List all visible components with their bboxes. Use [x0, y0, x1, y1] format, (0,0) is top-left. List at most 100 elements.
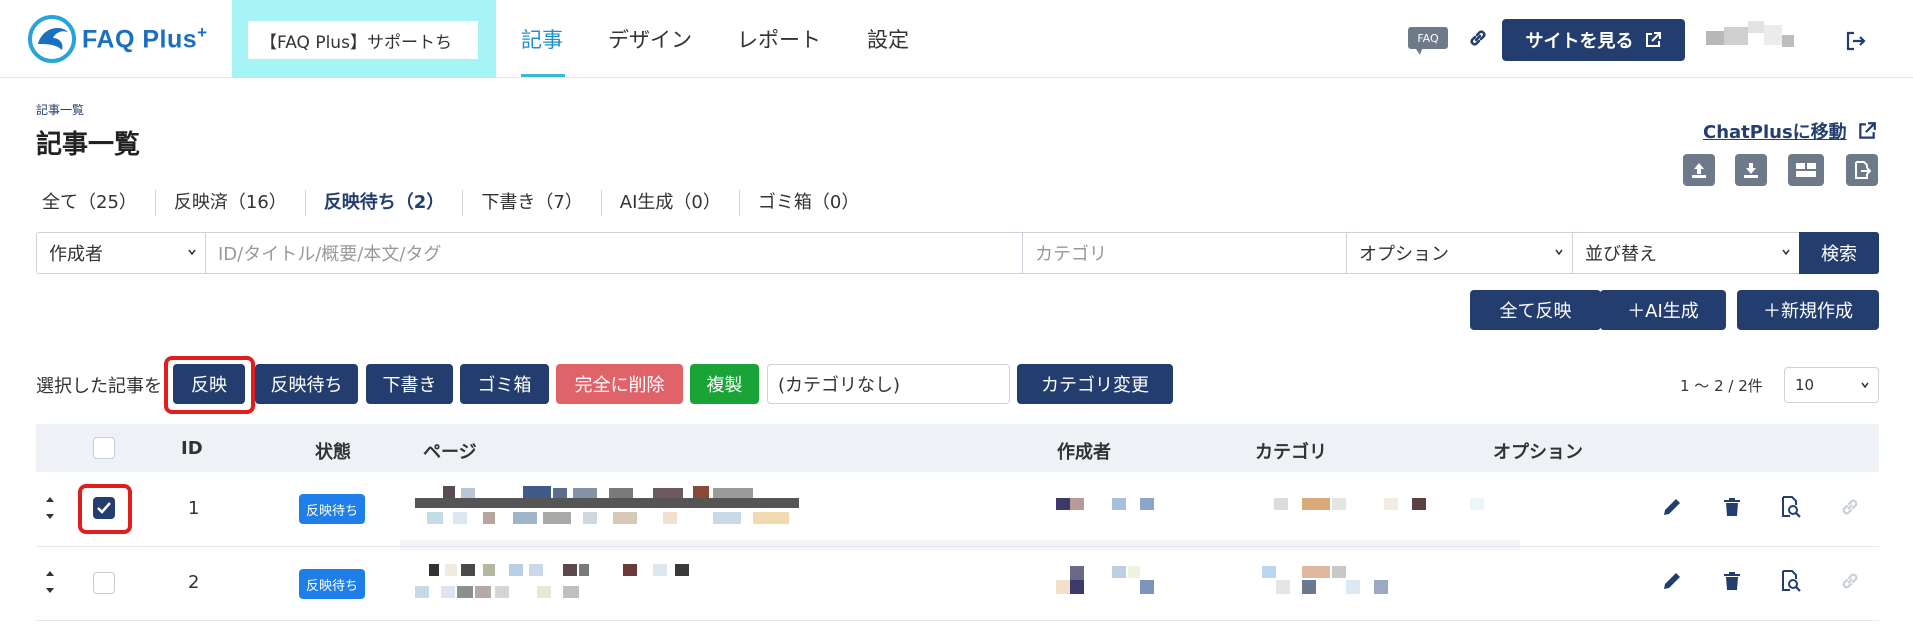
- bulk-category-select[interactable]: (カテゴリなし): [767, 364, 1010, 404]
- author-select-value: 作成者: [49, 244, 103, 265]
- active-tab-indicator: [521, 74, 565, 77]
- layout-button[interactable]: [1788, 154, 1824, 186]
- status-filter-tabs: 全て（25） 反映済（16） 反映待ち（2） 下書き（7） AI生成（0） ゴミ…: [36, 190, 877, 216]
- author-redacted: [1056, 498, 1154, 510]
- tab-report[interactable]: レポート: [737, 24, 821, 54]
- filter-tab-draft[interactable]: 下書き（7）: [463, 190, 602, 216]
- row-progress-strip: [400, 540, 1520, 550]
- category-redacted: [1262, 566, 1388, 594]
- select-all-checkbox[interactable]: [93, 437, 115, 459]
- category-redacted: [1274, 498, 1484, 510]
- filter-tab-published[interactable]: 反映済（16）: [156, 190, 306, 216]
- header-status[interactable]: 状態: [315, 438, 351, 464]
- tab-articles[interactable]: 記事: [521, 24, 563, 54]
- view-site-button[interactable]: サイトを見る: [1502, 19, 1685, 61]
- top-navigation: FAQ Plus+ 【FAQ Plus】サポートち 記事 デザイン レポート 設…: [0, 0, 1913, 78]
- reflect-all-button[interactable]: 全て反映: [1470, 290, 1601, 330]
- search-button[interactable]: 検索: [1799, 232, 1879, 274]
- bulk-duplicate-button[interactable]: 複製: [690, 364, 759, 404]
- category-placeholder: カテゴリ: [1035, 244, 1107, 265]
- checkbox-highlight: [78, 484, 132, 534]
- external-link-icon: [1645, 32, 1661, 47]
- upload-button[interactable]: [1683, 154, 1715, 186]
- row-id: 1: [188, 498, 200, 519]
- bulk-delete-button[interactable]: 完全に削除: [556, 364, 683, 404]
- faqplus-logo[interactable]: FAQ Plus+: [26, 14, 216, 64]
- header-page[interactable]: ページ: [423, 438, 477, 464]
- row-divider: [36, 546, 1879, 547]
- export-button[interactable]: [1846, 154, 1878, 186]
- bulk-pending-button[interactable]: 反映待ち: [255, 364, 358, 404]
- svg-text:FAQ: FAQ: [1417, 32, 1439, 45]
- logout-icon[interactable]: [1845, 30, 1867, 52]
- user-avatar[interactable]: [1706, 21, 1802, 55]
- view-site-label: サイトを見る: [1525, 31, 1634, 52]
- preview-search-icon[interactable]: [1778, 569, 1802, 593]
- brand-name: FAQ Plus+: [82, 23, 208, 54]
- category-input[interactable]: カテゴリ: [1023, 233, 1347, 273]
- upload-icon: [1692, 163, 1706, 178]
- dolphin-logo-icon: [28, 15, 76, 63]
- author-redacted: [1056, 566, 1154, 594]
- row-checkbox[interactable]: [93, 572, 115, 594]
- status-badge: 反映待ち: [299, 569, 365, 599]
- bulk-draft-button[interactable]: 下書き: [366, 364, 453, 404]
- page-title-redacted[interactable]: [413, 484, 893, 526]
- new-article-button[interactable]: ＋新規作成: [1737, 290, 1879, 330]
- keyword-search-input[interactable]: ID/タイトル/概要/本文/タグ: [206, 233, 1023, 273]
- row-divider: [36, 620, 1879, 621]
- per-page-value: 10: [1795, 376, 1815, 394]
- chevron-down-icon: [1782, 249, 1790, 256]
- breadcrumb[interactable]: 記事一覧: [36, 101, 84, 118]
- option-select-value: オプション: [1359, 244, 1449, 265]
- export-file-icon: [1855, 161, 1872, 179]
- filter-tab-all[interactable]: 全て（25）: [36, 190, 156, 216]
- download-button[interactable]: [1735, 154, 1767, 186]
- site-selector[interactable]: 【FAQ Plus】サポートち: [248, 21, 478, 59]
- drag-sort-icon[interactable]: [44, 494, 56, 522]
- filter-tab-ai-generated[interactable]: AI生成（0）: [602, 190, 740, 216]
- trash-icon[interactable]: [1720, 495, 1744, 519]
- link-icon[interactable]: [1466, 26, 1490, 50]
- filter-tab-trash[interactable]: ゴミ箱（0）: [740, 190, 877, 216]
- per-page-select[interactable]: 10: [1784, 367, 1879, 403]
- preview-search-icon[interactable]: [1778, 495, 1802, 519]
- page-title: 記事一覧: [36, 130, 141, 160]
- header-category[interactable]: カテゴリ: [1255, 438, 1327, 464]
- header-id[interactable]: ID: [181, 438, 203, 459]
- page-title-redacted[interactable]: [413, 562, 713, 602]
- download-icon: [1744, 163, 1758, 178]
- bulk-trash-button[interactable]: ゴミ箱: [460, 364, 549, 404]
- table-header: ID 状態 ページ 作成者 カテゴリ オプション: [36, 424, 1879, 472]
- chatplus-link-label: ChatPlusに移動: [1703, 122, 1847, 143]
- header-author[interactable]: 作成者: [1057, 438, 1111, 464]
- sort-select[interactable]: 並び替え: [1573, 233, 1799, 273]
- bulk-action-label: 選択した記事を: [36, 376, 162, 397]
- edit-pencil-icon[interactable]: [1660, 569, 1684, 593]
- status-badge: 反映待ち: [299, 494, 365, 524]
- site-selector-highlight: 【FAQ Plus】サポートち: [232, 0, 496, 78]
- ai-generate-button[interactable]: ＋AI生成: [1600, 290, 1726, 330]
- link-icon[interactable]: [1838, 495, 1862, 519]
- chatplus-link[interactable]: ChatPlusに移動: [1703, 118, 1877, 144]
- edit-pencil-icon[interactable]: [1660, 495, 1684, 519]
- chevron-down-icon: [1555, 249, 1563, 256]
- row-id: 2: [188, 572, 200, 593]
- sort-select-value: 並び替え: [1585, 244, 1657, 265]
- drag-sort-icon[interactable]: [44, 568, 56, 596]
- change-category-button[interactable]: カテゴリ変更: [1017, 364, 1173, 404]
- header-option[interactable]: オプション: [1493, 438, 1583, 464]
- chevron-down-icon: [1861, 382, 1869, 389]
- tab-design[interactable]: デザイン: [608, 24, 692, 54]
- tab-settings[interactable]: 設定: [867, 24, 909, 54]
- author-select[interactable]: 作成者: [37, 233, 206, 273]
- layout-icon: [1796, 163, 1816, 177]
- faq-preview-icon[interactable]: FAQ: [1408, 27, 1448, 57]
- external-link-icon: [1858, 122, 1876, 139]
- search-bar: 作成者 ID/タイトル/概要/本文/タグ カテゴリ オプション 並び替え: [36, 232, 1879, 274]
- trash-icon[interactable]: [1720, 569, 1744, 593]
- link-icon[interactable]: [1838, 569, 1862, 593]
- option-select[interactable]: オプション: [1347, 233, 1573, 273]
- filter-tab-pending[interactable]: 反映待ち（2）: [306, 190, 464, 216]
- reflect-button-highlight: [164, 356, 255, 414]
